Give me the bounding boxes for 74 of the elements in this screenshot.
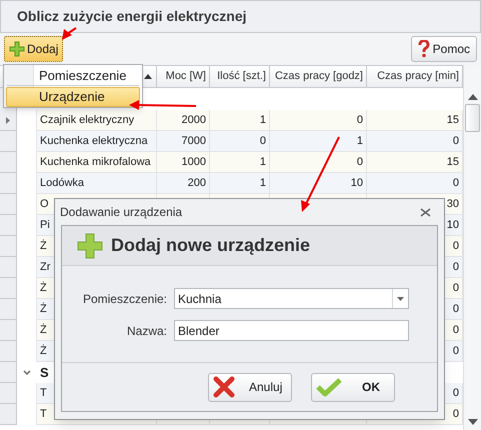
table-cell-text: 0 <box>452 260 459 275</box>
table-cell-text: 2000 <box>182 112 206 128</box>
table-cell-text: 30 <box>446 196 459 212</box>
table-cell-text: 10 <box>446 218 459 233</box>
column-header[interactable]: Moc [W] <box>157 66 210 87</box>
annotation-arrow <box>129 100 196 110</box>
question-mark-icon <box>418 40 430 58</box>
field-label: Nazwa: <box>126 322 167 340</box>
table-cell-text: 1 <box>356 134 363 149</box>
device-name: T <box>40 406 47 422</box>
plus-icon <box>9 41 25 57</box>
close-icon[interactable] <box>420 208 431 216</box>
help-button[interactable]: Pomoc <box>410 36 477 62</box>
table-cell-text: 15 <box>446 154 459 170</box>
device-name: Ż <box>40 302 47 317</box>
table-cell-text: 0 <box>452 302 459 317</box>
collapse-chevron-icon[interactable] <box>23 370 31 376</box>
device-name: Kuchenka mikrofalowa <box>40 154 151 170</box>
table-cell-text: 0 <box>260 134 266 149</box>
table-cell-text: 0 <box>452 386 459 401</box>
page-title: Oblicz zużycie energii elektrycznej <box>17 7 247 26</box>
table-cell-text: 0 <box>356 112 363 128</box>
table-cell-text: 0 <box>452 176 459 191</box>
menu-item[interactable]: Pomieszczenie <box>6 66 140 86</box>
device-name: O <box>40 196 49 212</box>
dialog-title: Dodawanie urządzenia <box>60 204 182 221</box>
name-input-field[interactable]: Blender <box>174 320 409 341</box>
group-label: S <box>39 364 49 382</box>
table-cell-text: 0 <box>452 134 459 149</box>
room-dropdown[interactable]: Kuchnia <box>174 288 409 309</box>
table-cell-text: 0 <box>452 238 459 254</box>
current-row-icon <box>6 116 10 124</box>
cross-icon <box>213 376 235 398</box>
table-cell-text: 0 <box>452 406 459 422</box>
table-cell-text: 200 <box>188 176 206 191</box>
dialog-heading: Dodaj nowe urządzenie <box>111 234 310 257</box>
device-name: T <box>40 386 47 401</box>
plus-icon <box>77 232 103 258</box>
device-name: Pi <box>40 218 50 233</box>
table-cell-text: 0 <box>452 344 459 359</box>
device-name: Ż <box>40 322 47 338</box>
device-name: Czajnik elektryczny <box>40 112 134 128</box>
table-cell-text: 0 <box>452 280 459 296</box>
scroll-down-icon[interactable] <box>468 419 478 425</box>
table-cell-text: 10 <box>350 176 363 191</box>
scrollbar[interactable] <box>463 65 481 430</box>
cancel-button[interactable]: Anuluj <box>208 372 292 402</box>
scroll-up-icon[interactable] <box>468 94 478 100</box>
table-cell-text: 15 <box>446 112 459 128</box>
table-cell-text: 1 <box>260 112 266 128</box>
annotation-arrow <box>62 27 77 40</box>
dropdown-arrow-icon[interactable] <box>397 296 404 300</box>
field-label: Pomieszczenie: <box>82 290 167 308</box>
checkmark-icon <box>316 377 342 397</box>
column-header[interactable]: Czas pracy [godz] <box>270 66 367 87</box>
table-cell-text: 1000 <box>182 154 206 170</box>
table-cell-text: 1 <box>260 176 266 191</box>
menu-item[interactable]: Urządzenie <box>6 87 140 107</box>
ok-button[interactable]: OK <box>311 372 395 402</box>
table-cell-text: 7000 <box>182 134 206 149</box>
device-name: Zr <box>40 260 50 275</box>
add-button[interactable]: Dodaj <box>4 36 64 62</box>
device-name: Ż <box>40 280 47 296</box>
table-cell-text: 0 <box>452 322 459 338</box>
table-cell-text: 0 <box>356 154 363 170</box>
scroll-thumb[interactable] <box>465 104 480 132</box>
table-cell-text: 1 <box>260 154 266 170</box>
device-name: Lodówka <box>40 176 84 191</box>
column-header[interactable]: Ilość [szt.] <box>210 66 270 87</box>
device-name: Ż <box>40 344 47 359</box>
device-name: Ż <box>40 238 47 254</box>
device-name: Kuchenka elektryczna <box>40 134 148 149</box>
row-indicator[interactable] <box>0 110 17 131</box>
sort-ascending-icon <box>144 74 152 79</box>
